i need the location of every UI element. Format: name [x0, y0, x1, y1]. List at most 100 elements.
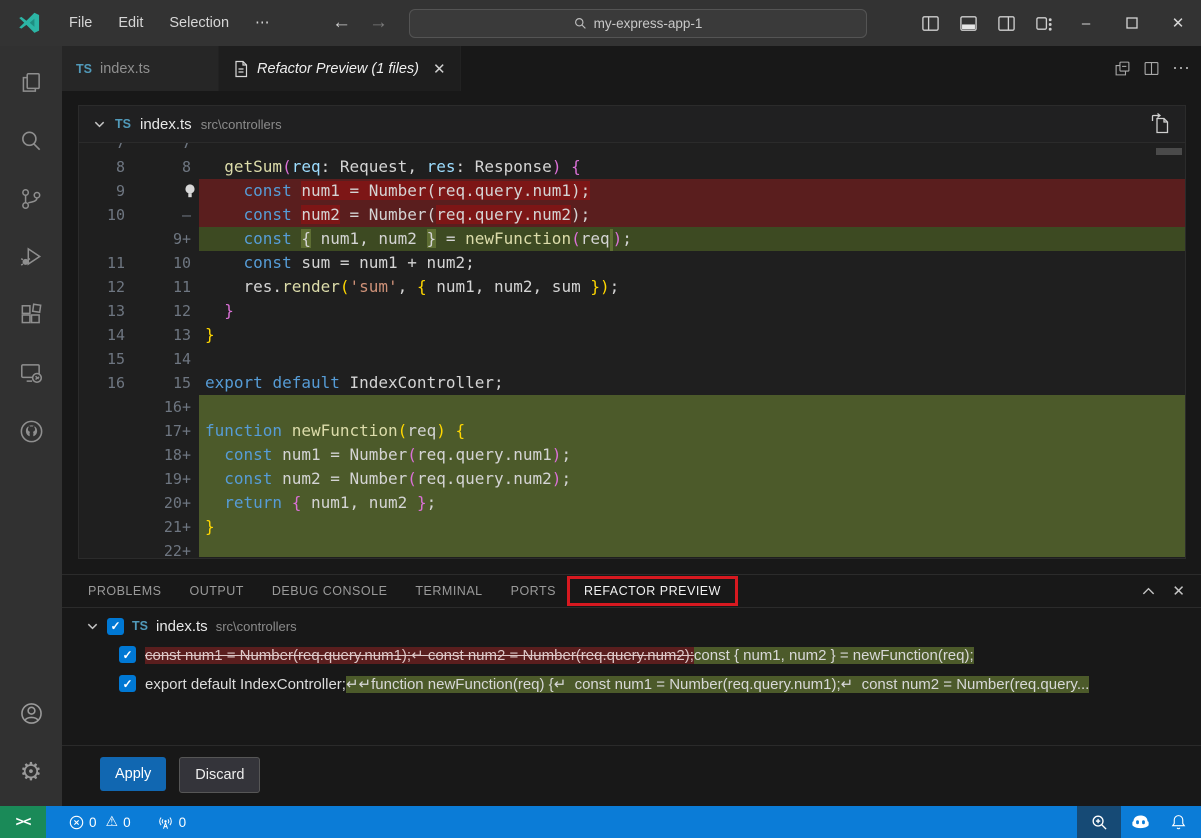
modified-line-number: 17+ — [139, 419, 199, 443]
accounts-icon[interactable] — [0, 684, 62, 742]
tab-refactor-preview[interactable]: Refactor Preview (1 files) ✕ — [219, 46, 461, 91]
open-changes-icon[interactable] — [1114, 60, 1131, 77]
notifications-bell-item[interactable] — [1159, 806, 1197, 838]
apply-button[interactable]: Apply — [100, 757, 166, 791]
warning-icon: ⚠ — [106, 814, 119, 830]
forward-button[interactable]: → — [369, 12, 388, 34]
panel-maximize-icon[interactable] — [1141, 584, 1156, 599]
original-line-number: 7 — [79, 143, 139, 155]
activity-bar: ⚙ — [0, 46, 62, 806]
modified-line-number: 20+ — [139, 491, 199, 515]
modified-line-number: 22+ — [139, 539, 199, 557]
back-button[interactable]: ← — [332, 12, 351, 34]
code-text: const num1 = Number(req.query.num1); — [199, 443, 1185, 467]
code-text: return { num1, num2 }; — [199, 491, 1185, 515]
zoom-status-item[interactable] — [1077, 806, 1121, 838]
modified-line-number: 8 — [139, 155, 199, 179]
tab-terminal[interactable]: TERMINAL — [401, 575, 496, 607]
command-center-search[interactable]: my-express-app-1 — [409, 9, 867, 38]
tab-refactor-preview-panel[interactable]: REFACTOR PREVIEW — [570, 575, 735, 607]
refactor-preview-file-icon — [233, 60, 249, 78]
menu-selection[interactable]: Selection — [156, 8, 242, 38]
menu-overflow[interactable]: ⋯ — [242, 8, 283, 38]
code-line: 1110 const sum = num1 + num2; — [79, 251, 1185, 275]
modified-line-number: 10 — [139, 251, 199, 275]
close-window-button[interactable]: ✕ — [1155, 0, 1201, 46]
original-line-number: 10 — [79, 203, 139, 227]
modified-line-number: 19+ — [139, 467, 199, 491]
menu-file[interactable]: File — [56, 8, 105, 38]
discard-button[interactable]: Discard — [179, 757, 260, 793]
ports-status[interactable]: 0 — [148, 806, 196, 838]
code-line: 9 const num1 = Number(req.query.num1); — [79, 179, 1185, 203]
tree-file-name: index.ts — [156, 618, 208, 635]
lightbulb-icon[interactable] — [183, 183, 197, 200]
remote-explorer-icon[interactable] — [0, 344, 62, 402]
change-checkbox[interactable]: ✓ — [119, 646, 136, 663]
code-line: 9+ const { num1, num2 } = newFunction(re… — [79, 227, 1185, 251]
diff-file-header: TS index.ts src\controllers — [79, 106, 1185, 143]
code-text: function newFunction(req) { — [199, 419, 1185, 443]
chevron-down-icon[interactable] — [86, 620, 99, 633]
original-line-number: 11 — [79, 251, 139, 275]
more-actions-icon[interactable]: ⋯ — [1172, 58, 1191, 79]
toggle-secondary-sidebar-icon[interactable] — [987, 0, 1025, 46]
original-line-number: 12 — [79, 275, 139, 299]
original-line-number: 8 — [79, 155, 139, 179]
code-text: const num2 = Number(req.query.num2); — [199, 467, 1185, 491]
split-editor-icon[interactable] — [1143, 60, 1160, 77]
original-line-number: 9 — [79, 179, 139, 203]
search-sidebar-icon[interactable] — [0, 112, 62, 170]
toggle-sidebar-icon[interactable] — [911, 0, 949, 46]
refactor-change-row[interactable]: ✓const num1 = Number(req.query.num1);↵ c… — [62, 640, 1201, 669]
modified-line-number: 12 — [139, 299, 199, 323]
toggle-panel-icon[interactable] — [949, 0, 987, 46]
explorer-icon[interactable] — [0, 54, 62, 112]
tab-problems[interactable]: PROBLEMS — [74, 575, 175, 607]
original-line-number — [79, 515, 139, 539]
refactor-change-row[interactable]: ✓ export default IndexController;↵↵functi… — [62, 669, 1201, 698]
tab-debug-console[interactable]: DEBUG CONSOLE — [258, 575, 402, 607]
panel-close-icon[interactable]: ✕ — [1172, 582, 1185, 600]
editor-scrollbar[interactable] — [1156, 148, 1182, 155]
menu-edit[interactable]: Edit — [105, 8, 156, 38]
settings-gear-icon[interactable]: ⚙ — [0, 742, 62, 800]
bottom-panel: PROBLEMS OUTPUT DEBUG CONSOLE TERMINAL P… — [62, 574, 1201, 806]
code-text: } — [199, 515, 1185, 539]
refactor-file-row[interactable]: ✓ TS index.ts src\controllers — [62, 612, 1201, 640]
tab-output[interactable]: OUTPUT — [175, 575, 257, 607]
modified-line-number: 11 — [139, 275, 199, 299]
run-debug-icon[interactable] — [0, 228, 62, 286]
change-text: export default IndexController;↵↵functio… — [145, 675, 1089, 693]
error-icon — [69, 815, 84, 830]
code-line: 17+function newFunction(req) { — [79, 419, 1185, 443]
code-line: 22+ — [79, 539, 1185, 557]
search-value: my-express-app-1 — [594, 16, 703, 31]
panel-tab-bar: PROBLEMS OUTPUT DEBUG CONSOLE TERMINAL P… — [62, 575, 1201, 607]
diff-editor-code[interactable]: 7788 getSum(req: Request, res: Response)… — [79, 143, 1185, 557]
customize-layout-icon[interactable] — [1025, 0, 1063, 46]
code-line: 1211 res.render('sum', { num1, num2, sum… — [79, 275, 1185, 299]
remote-indicator[interactable]: >< — [0, 806, 46, 838]
code-line: 1312 } — [79, 299, 1185, 323]
github-icon[interactable] — [0, 402, 62, 460]
search-icon — [574, 17, 587, 30]
original-line-number — [79, 467, 139, 491]
open-file-icon[interactable] — [1149, 112, 1171, 136]
tab-index-ts[interactable]: TS index.ts — [62, 46, 219, 91]
title-bar: File Edit Selection ⋯ ← → my-express-app… — [0, 0, 1201, 46]
copilot-status-item[interactable] — [1121, 806, 1159, 838]
minimize-button[interactable]: – — [1063, 0, 1109, 46]
maximize-button[interactable] — [1109, 0, 1155, 46]
modified-line-number: 21+ — [139, 515, 199, 539]
chevron-down-icon[interactable] — [93, 118, 106, 131]
problems-status[interactable]: 0 ⚠ 0 — [60, 806, 140, 838]
original-line-number — [79, 539, 139, 557]
tab-close-icon[interactable]: ✕ — [433, 60, 446, 78]
source-control-icon[interactable] — [0, 170, 62, 228]
extensions-icon[interactable] — [0, 286, 62, 344]
tab-ports[interactable]: PORTS — [497, 575, 570, 607]
status-bar: >< 0 ⚠ 0 0 — [0, 806, 1201, 838]
file-checkbox[interactable]: ✓ — [107, 618, 124, 635]
change-checkbox[interactable]: ✓ — [119, 675, 136, 692]
